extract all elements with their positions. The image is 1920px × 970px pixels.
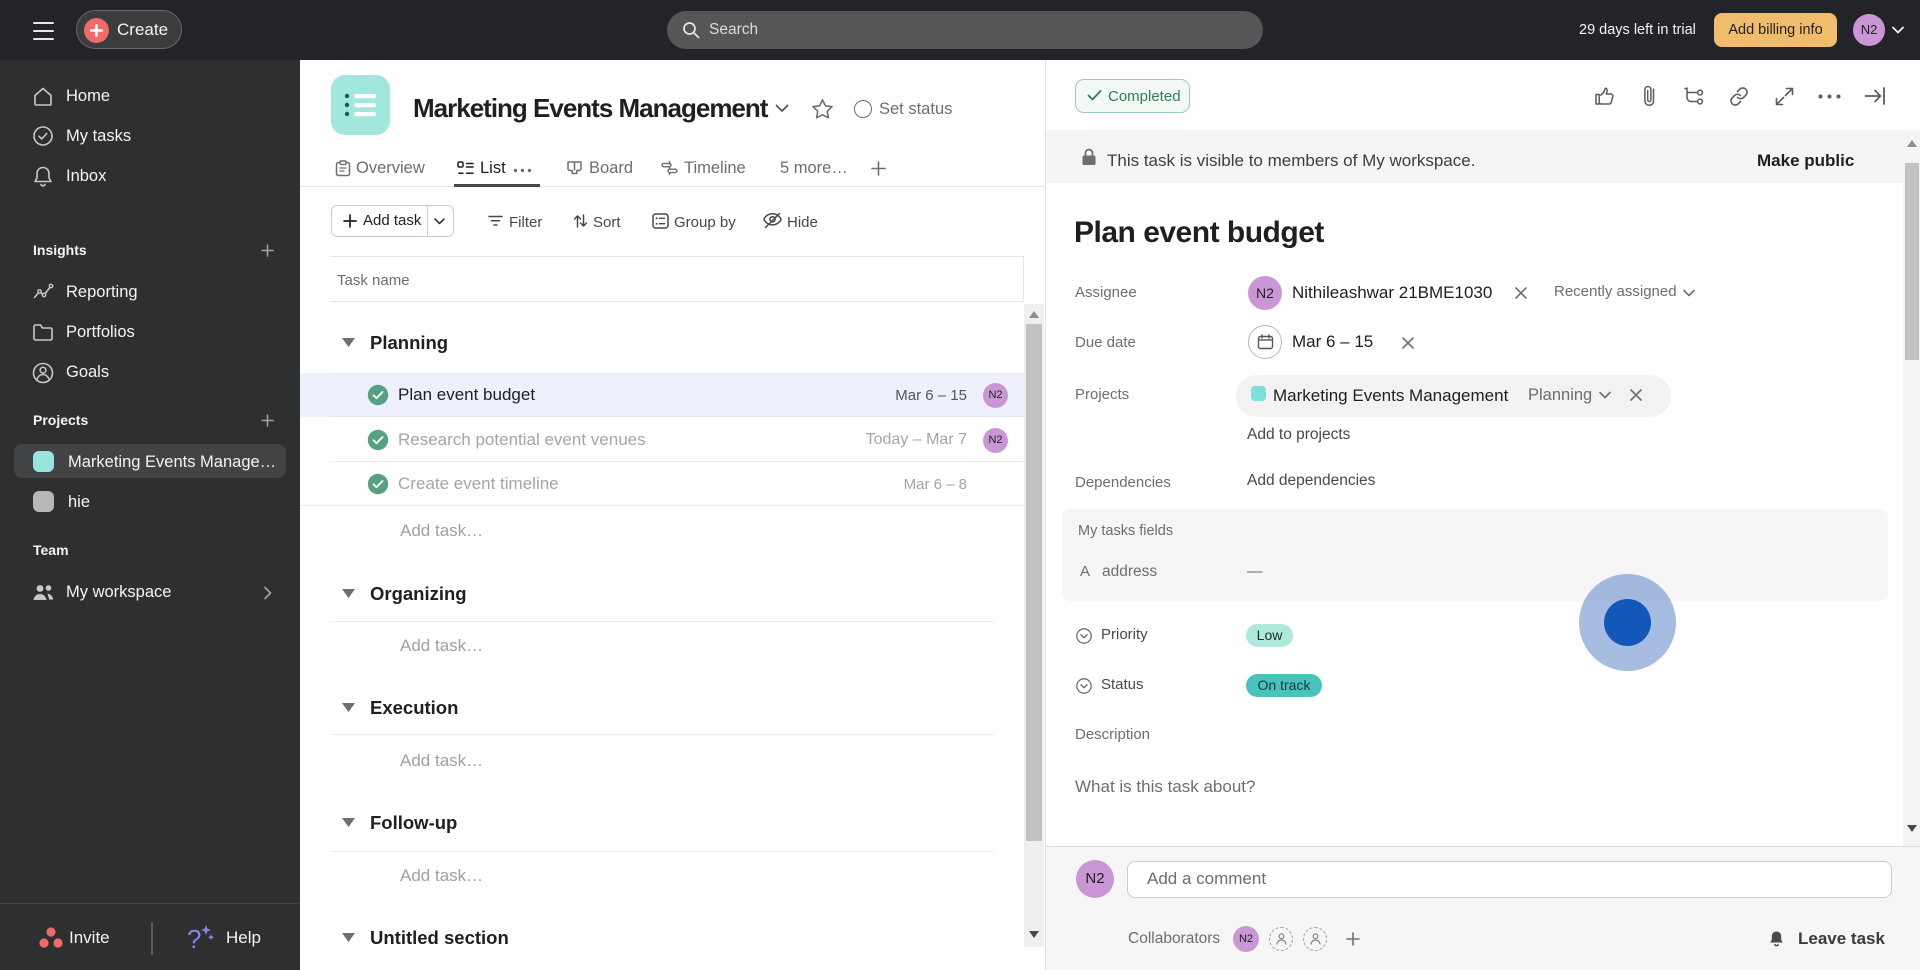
svg-text:?: ? [187, 924, 201, 954]
